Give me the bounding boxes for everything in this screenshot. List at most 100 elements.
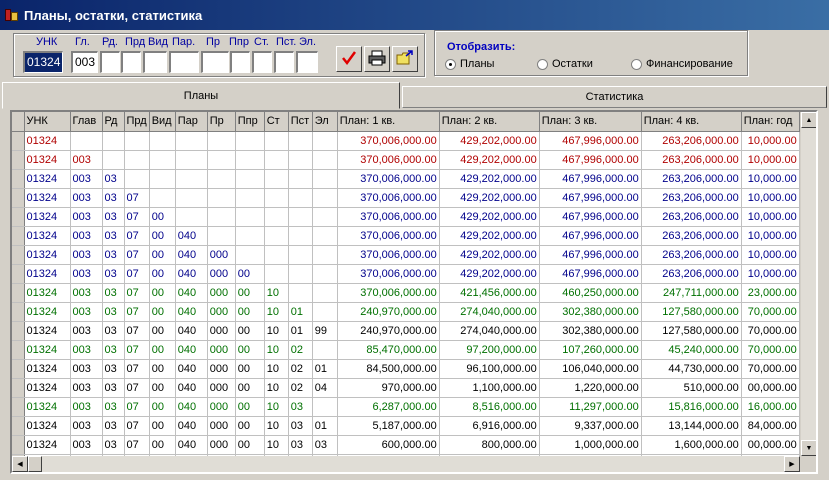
- table-cell[interactable]: [264, 226, 289, 246]
- table-cell[interactable]: 01324: [24, 397, 71, 417]
- table-cell[interactable]: [288, 188, 313, 208]
- table-cell[interactable]: 000: [207, 397, 236, 417]
- table-cell[interactable]: [149, 188, 176, 208]
- table-cell[interactable]: 370,006,000.00: [337, 207, 440, 227]
- table-row[interactable]: 01324 003 03 07 00 370,006,000.00 429,202,000.…: [12, 207, 800, 227]
- table-cell[interactable]: [235, 131, 265, 151]
- table-cell[interactable]: 127,580,000.00: [641, 302, 742, 322]
- table-cell[interactable]: 01324: [24, 302, 71, 322]
- table-cell[interactable]: [102, 150, 125, 170]
- table-cell[interactable]: 274,040,000.00: [439, 302, 540, 322]
- table-cell[interactable]: 01: [312, 416, 338, 436]
- table-cell[interactable]: 10,000.00: [741, 150, 800, 170]
- table-cell[interactable]: 97,200,000.00: [439, 340, 540, 360]
- table-cell[interactable]: 040: [175, 435, 208, 455]
- table-cell[interactable]: [288, 226, 313, 246]
- row-indicator[interactable]: [12, 131, 25, 151]
- table-cell[interactable]: 70,000.00: [741, 302, 800, 322]
- table-cell[interactable]: 01324: [24, 188, 71, 208]
- table-cell[interactable]: 00: [235, 378, 265, 398]
- row-indicator[interactable]: [12, 378, 25, 398]
- table-cell[interactable]: 467,996,000.00: [539, 150, 642, 170]
- column-header[interactable]: План: 1 кв.: [337, 112, 440, 132]
- st-field[interactable]: [252, 51, 272, 73]
- table-cell[interactable]: 1,000,000.00: [539, 435, 642, 455]
- table-cell[interactable]: 00: [149, 359, 176, 379]
- table-cell[interactable]: 800,000.00: [439, 435, 540, 455]
- column-header[interactable]: Вид: [149, 112, 176, 132]
- table-cell[interactable]: 429,202,000.00: [439, 207, 540, 227]
- table-cell[interactable]: 07: [124, 359, 150, 379]
- table-cell[interactable]: 03: [102, 359, 125, 379]
- table-cell[interactable]: 10: [264, 283, 289, 303]
- table-cell[interactable]: 07: [124, 340, 150, 360]
- table-cell[interactable]: 10,000.00: [741, 188, 800, 208]
- export-button[interactable]: [392, 46, 418, 72]
- table-cell[interactable]: 040: [175, 245, 208, 265]
- table-cell[interactable]: 467,996,000.00: [539, 188, 642, 208]
- table-cell[interactable]: 00,000.00: [741, 378, 800, 398]
- table-cell[interactable]: 003: [70, 416, 103, 436]
- table-cell[interactable]: 429,202,000.00: [439, 169, 540, 189]
- table-cell[interactable]: 107,260,000.00: [539, 340, 642, 360]
- table-cell[interactable]: 01324: [24, 435, 71, 455]
- table-cell[interactable]: 10,000.00: [741, 169, 800, 189]
- table-cell[interactable]: 003: [70, 435, 103, 455]
- table-cell[interactable]: [312, 150, 338, 170]
- table-cell[interactable]: [264, 188, 289, 208]
- table-cell[interactable]: 00: [235, 435, 265, 455]
- table-cell[interactable]: 01: [288, 302, 313, 322]
- table-cell[interactable]: [149, 150, 176, 170]
- table-cell[interactable]: [102, 131, 125, 151]
- table-cell[interactable]: 01324: [24, 340, 71, 360]
- table-cell[interactable]: [207, 169, 236, 189]
- table-cell[interactable]: 263,206,000.00: [641, 150, 742, 170]
- table-cell[interactable]: 247,711,000.00: [641, 283, 742, 303]
- row-indicator[interactable]: [12, 283, 25, 303]
- table-cell[interactable]: [175, 188, 208, 208]
- table-cell[interactable]: [149, 131, 176, 151]
- table-row[interactable]: 01324 003 03 07 00 040 000 00 10 03 03 600,000.00 80…: [12, 435, 800, 455]
- row-indicator[interactable]: [12, 435, 25, 455]
- table-cell[interactable]: 03: [312, 435, 338, 455]
- table-cell[interactable]: 96,100,000.00: [439, 359, 540, 379]
- table-cell[interactable]: 03: [102, 283, 125, 303]
- row-indicator[interactable]: [12, 207, 25, 227]
- tab-plans[interactable]: Планы: [2, 82, 400, 109]
- table-cell[interactable]: [124, 150, 150, 170]
- table-cell[interactable]: 421,456,000.00: [439, 283, 540, 303]
- column-header[interactable]: Ст: [264, 112, 289, 132]
- table-cell[interactable]: [264, 245, 289, 265]
- table-cell[interactable]: 23,000.00: [741, 283, 800, 303]
- column-header[interactable]: Эл: [312, 112, 338, 132]
- table-cell[interactable]: 07: [124, 416, 150, 436]
- table-cell[interactable]: [149, 169, 176, 189]
- table-cell[interactable]: [288, 150, 313, 170]
- table-cell[interactable]: 000: [207, 283, 236, 303]
- table-cell[interactable]: 03: [102, 302, 125, 322]
- table-cell[interactable]: 000: [207, 378, 236, 398]
- table-cell[interactable]: 040: [175, 416, 208, 436]
- table-row[interactable]: 01324 003 03 07 00 040 000 00 10 01 99 240,970,000.…: [12, 321, 800, 341]
- table-cell[interactable]: 8,516,000.00: [439, 397, 540, 417]
- table-cell[interactable]: 1,220,000.00: [539, 378, 642, 398]
- table-cell[interactable]: 00: [235, 416, 265, 436]
- table-cell[interactable]: 03: [102, 207, 125, 227]
- table-cell[interactable]: 00: [149, 245, 176, 265]
- plans-grid[interactable]: УНК Глав Рд Прд Вид Пар Пр Ппр Ст Пст Эл План: 1 кв…: [10, 110, 818, 474]
- table-cell[interactable]: 00: [235, 340, 265, 360]
- table-cell[interactable]: 10: [264, 302, 289, 322]
- table-cell[interactable]: 263,206,000.00: [641, 245, 742, 265]
- table-cell[interactable]: 07: [124, 264, 150, 284]
- table-cell[interactable]: 10: [264, 321, 289, 341]
- table-cell[interactable]: 040: [175, 359, 208, 379]
- table-cell[interactable]: 00: [149, 207, 176, 227]
- table-row[interactable]: 01324 003 03 07 370,006,000.00 429,202,000.00…: [12, 188, 800, 208]
- table-cell[interactable]: 01324: [24, 207, 71, 227]
- column-header[interactable]: План: 2 кв.: [439, 112, 540, 132]
- table-cell[interactable]: 1,600,000.00: [641, 435, 742, 455]
- table-cell[interactable]: [235, 245, 265, 265]
- table-cell[interactable]: 07: [124, 207, 150, 227]
- table-cell[interactable]: 04: [312, 378, 338, 398]
- table-cell[interactable]: 003: [70, 321, 103, 341]
